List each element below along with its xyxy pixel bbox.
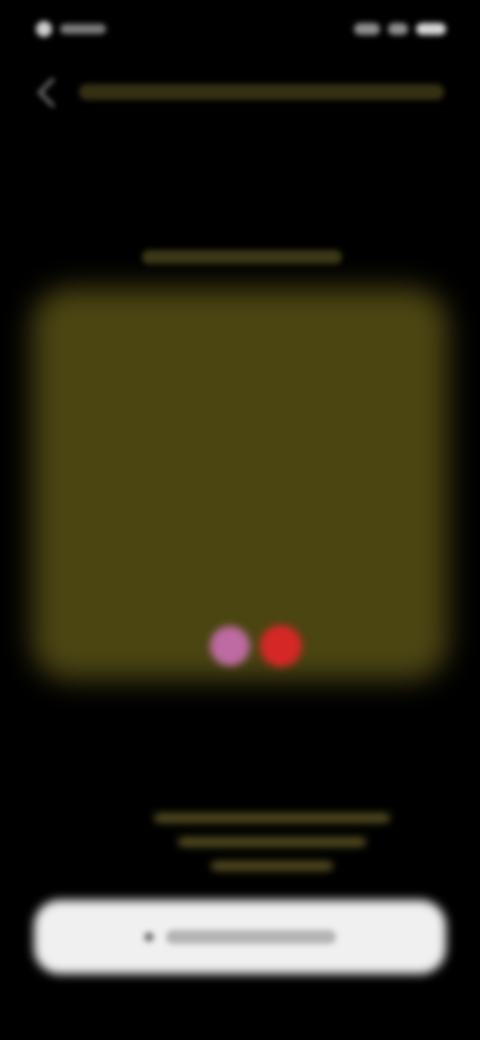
- header-title: [79, 84, 444, 100]
- screen: [0, 0, 480, 1040]
- play-icon: [144, 932, 154, 942]
- feature-card[interactable]: [32, 288, 448, 930]
- status-left: [36, 20, 116, 38]
- signal-icon: [354, 23, 380, 35]
- card-description-line-3: [210, 861, 334, 871]
- section-label: [142, 250, 342, 264]
- status-bar: [0, 0, 480, 60]
- card-description-line-1: [154, 813, 390, 823]
- status-right: [336, 20, 446, 38]
- logo-row: [210, 620, 334, 672]
- logo-b-icon: [260, 625, 302, 667]
- card-description-line-2: [177, 837, 367, 847]
- header: [36, 72, 444, 112]
- back-icon[interactable]: [37, 77, 68, 107]
- battery-icon: [416, 23, 446, 35]
- primary-button[interactable]: [34, 900, 446, 974]
- primary-button-label: [166, 930, 336, 944]
- status-dot: [36, 21, 52, 37]
- status-time: [60, 24, 106, 34]
- card-description: [154, 813, 390, 883]
- logo-a-icon: [210, 626, 250, 666]
- wifi-icon: [388, 23, 408, 35]
